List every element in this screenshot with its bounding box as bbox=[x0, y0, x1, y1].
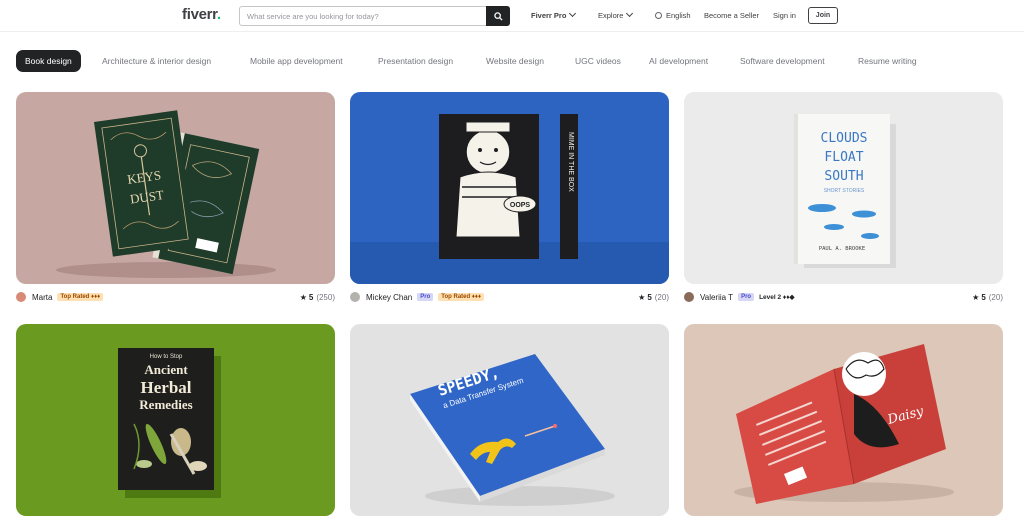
category-mobile-app[interactable]: Mobile app development bbox=[250, 50, 343, 72]
seller-name[interactable]: Valeriia T bbox=[700, 293, 733, 302]
pro-badge: Pro bbox=[417, 293, 434, 301]
seller-name[interactable]: Marta bbox=[32, 293, 52, 302]
svg-text:SHORT STORIES: SHORT STORIES bbox=[824, 188, 865, 194]
category-architecture[interactable]: Architecture & interior design bbox=[102, 50, 211, 72]
book-cover-illustration: KEYS DUST bbox=[56, 110, 276, 278]
svg-text:SOUTH: SOUTH bbox=[824, 169, 863, 184]
svg-text:MIME IN THE BOX: MIME IN THE BOX bbox=[567, 132, 574, 192]
fiverr-logo[interactable]: fiverr. bbox=[182, 6, 221, 23]
svg-text:How to Stop: How to Stop bbox=[150, 354, 183, 360]
book-cover-illustration: SPEEDY, a Data Transfer System bbox=[410, 354, 615, 506]
nav-language[interactable]: English bbox=[655, 11, 691, 20]
category-software-development[interactable]: Software development bbox=[740, 50, 825, 72]
svg-text:Herbal: Herbal bbox=[141, 378, 192, 397]
search-input[interactable] bbox=[240, 7, 487, 25]
top-header: fiverr. Fiverr Pro Explore English Becom… bbox=[0, 0, 1024, 32]
avatar[interactable] bbox=[684, 292, 694, 302]
avatar[interactable] bbox=[350, 292, 360, 302]
svg-text:Remedies: Remedies bbox=[139, 397, 192, 412]
nav-fiverr-pro[interactable]: Fiverr Pro bbox=[531, 9, 577, 20]
globe-icon bbox=[655, 12, 662, 19]
top-rated-badge: Top Rated ♦♦♦ bbox=[438, 293, 485, 301]
nav-become-seller[interactable]: Become a Seller bbox=[704, 11, 759, 20]
gig-card-meta: Valeriia T Pro Level 2 ♦♦◆ ★ 5 (20) bbox=[684, 290, 1003, 304]
star-icon: ★ bbox=[638, 292, 646, 302]
book-cover-illustration: OOPS MIME IN THE BOX bbox=[350, 114, 669, 284]
svg-text:PAUL A. BROOKE: PAUL A. BROOKE bbox=[819, 246, 865, 252]
category-ai-development[interactable]: AI development bbox=[649, 50, 708, 72]
rating: ★ 5 (250) bbox=[299, 292, 335, 302]
top-rated-badge: Top Rated ♦♦♦ bbox=[57, 293, 104, 301]
category-website[interactable]: Website design bbox=[486, 50, 544, 72]
svg-text:Ancient: Ancient bbox=[144, 362, 188, 377]
join-button[interactable]: Join bbox=[808, 7, 838, 24]
gig-card-image[interactable]: Daisy bbox=[684, 324, 1003, 516]
star-icon: ★ bbox=[299, 292, 307, 302]
gig-card-meta: Marta Top Rated ♦♦♦ ★ 5 (250) bbox=[16, 290, 335, 304]
chevron-down-icon bbox=[569, 9, 577, 18]
book-cover-illustration: CLOUDS FLOAT SOUTH SHORT STORIES PAUL A.… bbox=[794, 114, 896, 268]
gig-card-image[interactable]: KEYS DUST bbox=[16, 92, 335, 284]
category-resume-writing[interactable]: Resume writing bbox=[858, 50, 917, 72]
book-cover-illustration: Daisy bbox=[734, 344, 954, 504]
book-cover-illustration: How to Stop Ancient Herbal Remedies bbox=[118, 348, 221, 498]
search-bar bbox=[239, 6, 510, 26]
nav-sign-in[interactable]: Sign in bbox=[773, 11, 796, 20]
level-badge: Level 2 ♦♦◆ bbox=[759, 294, 795, 301]
category-presentation[interactable]: Presentation design bbox=[378, 50, 453, 72]
seller-name[interactable]: Mickey Chan bbox=[366, 293, 412, 302]
search-button[interactable] bbox=[486, 6, 510, 26]
rating: ★ 5 (20) bbox=[638, 292, 669, 302]
star-icon: ★ bbox=[972, 292, 980, 302]
gig-card-image[interactable]: SPEEDY, a Data Transfer System bbox=[350, 324, 669, 516]
gig-card-image[interactable]: CLOUDS FLOAT SOUTH SHORT STORIES PAUL A.… bbox=[684, 92, 1003, 284]
gig-card-meta: Mickey Chan Pro Top Rated ♦♦♦ ★ 5 (20) bbox=[350, 290, 669, 304]
chevron-down-icon bbox=[626, 9, 634, 18]
svg-text:FLOAT: FLOAT bbox=[824, 150, 863, 165]
nav-explore[interactable]: Explore bbox=[598, 9, 634, 20]
category-bar: Book design Architecture & interior desi… bbox=[0, 50, 1024, 74]
svg-text:CLOUDS: CLOUDS bbox=[821, 131, 868, 146]
search-icon bbox=[493, 11, 503, 21]
rating: ★ 5 (20) bbox=[972, 292, 1003, 302]
gig-card-image[interactable]: OOPS MIME IN THE BOX bbox=[350, 92, 669, 284]
category-ugc-videos[interactable]: UGC videos bbox=[575, 50, 621, 72]
svg-text:OOPS: OOPS bbox=[510, 202, 531, 209]
category-book-design[interactable]: Book design bbox=[16, 50, 81, 72]
pro-badge: Pro bbox=[738, 293, 755, 301]
avatar[interactable] bbox=[16, 292, 26, 302]
gig-card-image[interactable]: How to Stop Ancient Herbal Remedies bbox=[16, 324, 335, 516]
